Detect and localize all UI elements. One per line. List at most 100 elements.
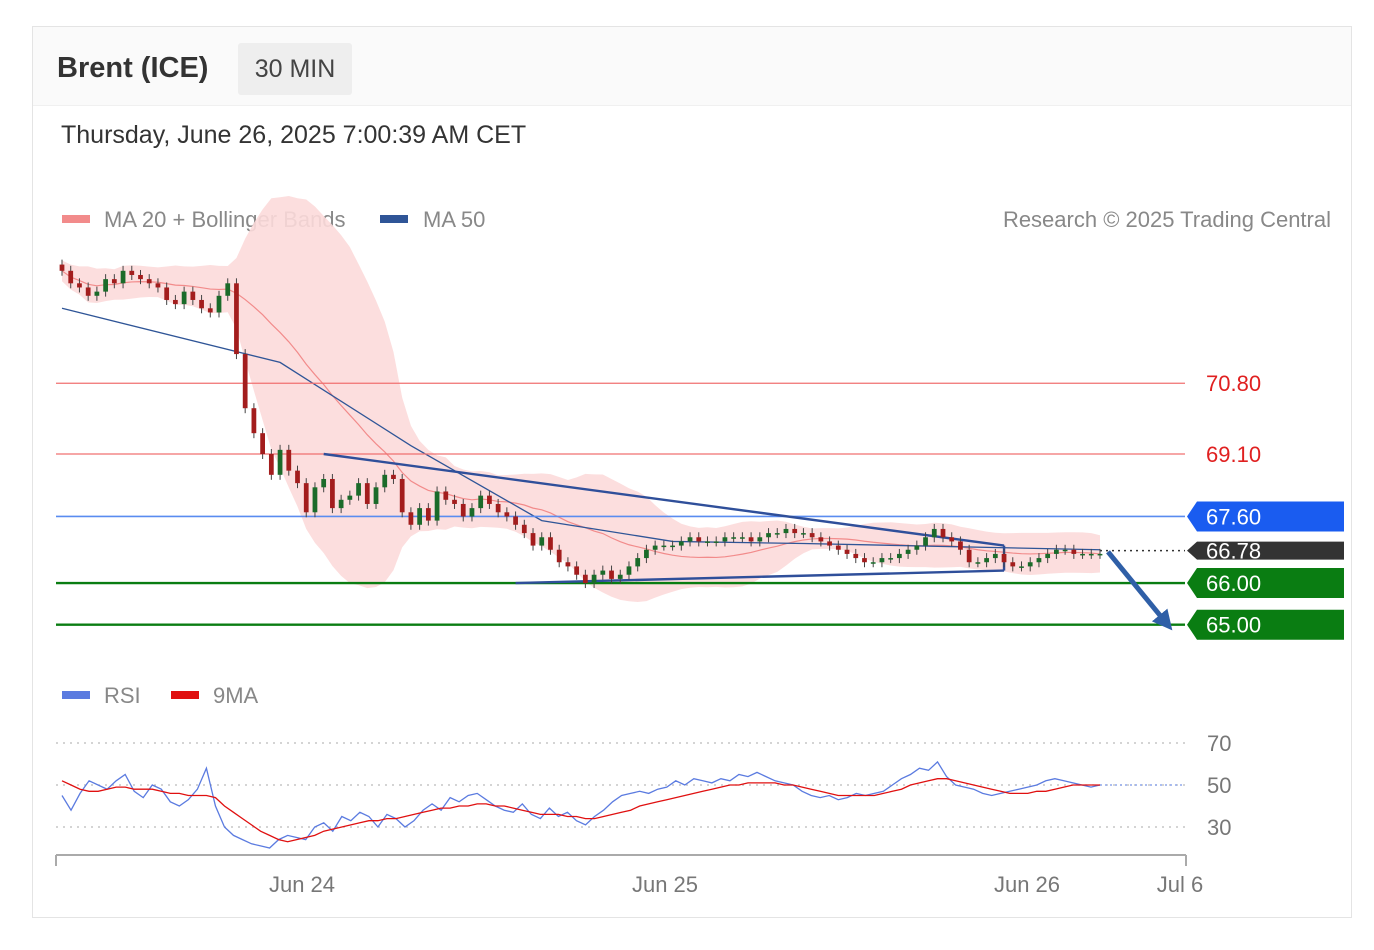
candle-body — [408, 512, 414, 525]
x-tick-label: Jun 26 — [994, 872, 1060, 897]
candle-body — [321, 478, 327, 488]
candle-body — [452, 499, 457, 504]
resistance-label: 69.10 — [1206, 442, 1261, 467]
resistance-label: 70.80 — [1206, 371, 1261, 396]
candle-body — [696, 537, 702, 542]
rsi-tick-label: 70 — [1207, 731, 1231, 756]
legend-swatch-9ma — [171, 691, 199, 699]
candle-body — [286, 449, 292, 471]
legend-label-9ma: 9MA — [213, 683, 259, 708]
candle-body — [1036, 558, 1042, 563]
rsi-line — [61, 760, 1101, 849]
candle-body — [966, 549, 972, 563]
candle-body — [77, 283, 82, 288]
candle-body — [739, 537, 745, 539]
x-tick-label: Jun 24 — [269, 872, 335, 897]
candle-body — [1062, 549, 1068, 552]
candle-body — [513, 516, 518, 525]
candle-body — [1019, 566, 1024, 568]
legend-swatch-rsi — [62, 691, 90, 699]
candle-body — [548, 537, 553, 550]
candle-body — [862, 558, 867, 563]
candle-body — [783, 528, 789, 534]
candle-body — [949, 537, 955, 542]
candle-body — [958, 541, 963, 550]
candle-body — [338, 499, 344, 509]
candle-body — [312, 487, 318, 513]
legend-swatch-bollinger — [62, 215, 90, 223]
candle-body — [827, 541, 832, 546]
candle-body — [103, 279, 108, 292]
candle-body — [1010, 562, 1016, 567]
candle-body — [1071, 549, 1077, 554]
candle-body — [173, 299, 178, 305]
candle-body — [556, 549, 562, 563]
x-tick-label: Jun 25 — [632, 872, 698, 897]
support-label: 66.00 — [1206, 571, 1261, 596]
candle-body — [565, 562, 571, 567]
candle-body — [303, 483, 309, 513]
candle-body — [225, 283, 231, 296]
candle-body — [190, 291, 196, 300]
candle-body — [199, 299, 204, 309]
candle-body — [644, 549, 649, 559]
candle-body — [661, 545, 667, 548]
candle-body — [896, 553, 902, 559]
candle-body — [940, 528, 946, 538]
bollinger-band — [62, 196, 1100, 603]
candle-body — [670, 545, 675, 548]
candle-body — [687, 537, 693, 542]
candle-body — [94, 291, 100, 296]
candle-body — [146, 279, 152, 284]
candle-body — [504, 512, 510, 517]
candle-body — [774, 533, 780, 535]
candle-body — [748, 537, 754, 542]
candle-body — [530, 533, 536, 546]
candle-body — [181, 291, 187, 305]
candle-body — [539, 537, 545, 546]
candle-body — [792, 528, 798, 534]
candle-body — [757, 537, 763, 542]
candle-body — [111, 279, 117, 284]
candle-body — [443, 491, 449, 500]
forecast-arrow — [1106, 550, 1173, 631]
candle-body — [617, 574, 623, 579]
candle-body — [1045, 553, 1051, 559]
candle-body — [521, 524, 527, 534]
candle-body — [330, 478, 335, 509]
candle-body — [347, 495, 353, 500]
copyright-note: Research © 2025 Trading Central — [1003, 207, 1331, 232]
candle-body — [1080, 553, 1085, 556]
candle-body — [809, 533, 815, 538]
candle-body — [251, 408, 257, 434]
candle-body — [242, 354, 248, 409]
candle-body — [931, 528, 937, 538]
candle-body — [207, 308, 213, 313]
candle-body — [277, 449, 283, 475]
candle-body — [216, 295, 222, 313]
candle-body — [382, 474, 388, 488]
legend-label-ma50: MA 50 — [423, 207, 485, 232]
candle-body — [356, 483, 361, 496]
candle-body — [129, 270, 135, 275]
candle-body — [68, 270, 74, 284]
candle-body — [373, 487, 379, 504]
candle-body — [417, 508, 423, 525]
rsi-tick-label: 30 — [1207, 815, 1231, 840]
candle-body — [600, 570, 606, 575]
candle-body — [59, 264, 65, 271]
candle-body — [888, 558, 894, 560]
candle-body — [975, 562, 981, 564]
candle-body — [399, 478, 405, 513]
candle-body — [582, 574, 588, 584]
candle-body — [923, 537, 928, 546]
candle-body — [1001, 553, 1007, 563]
candle-body — [260, 433, 266, 454]
candle-body — [434, 491, 440, 521]
candle-body — [469, 508, 475, 517]
candle-body — [574, 566, 580, 575]
candle-body — [992, 553, 998, 559]
candle-body — [766, 533, 771, 538]
candle-body — [818, 537, 824, 542]
candle-body — [1097, 553, 1103, 556]
